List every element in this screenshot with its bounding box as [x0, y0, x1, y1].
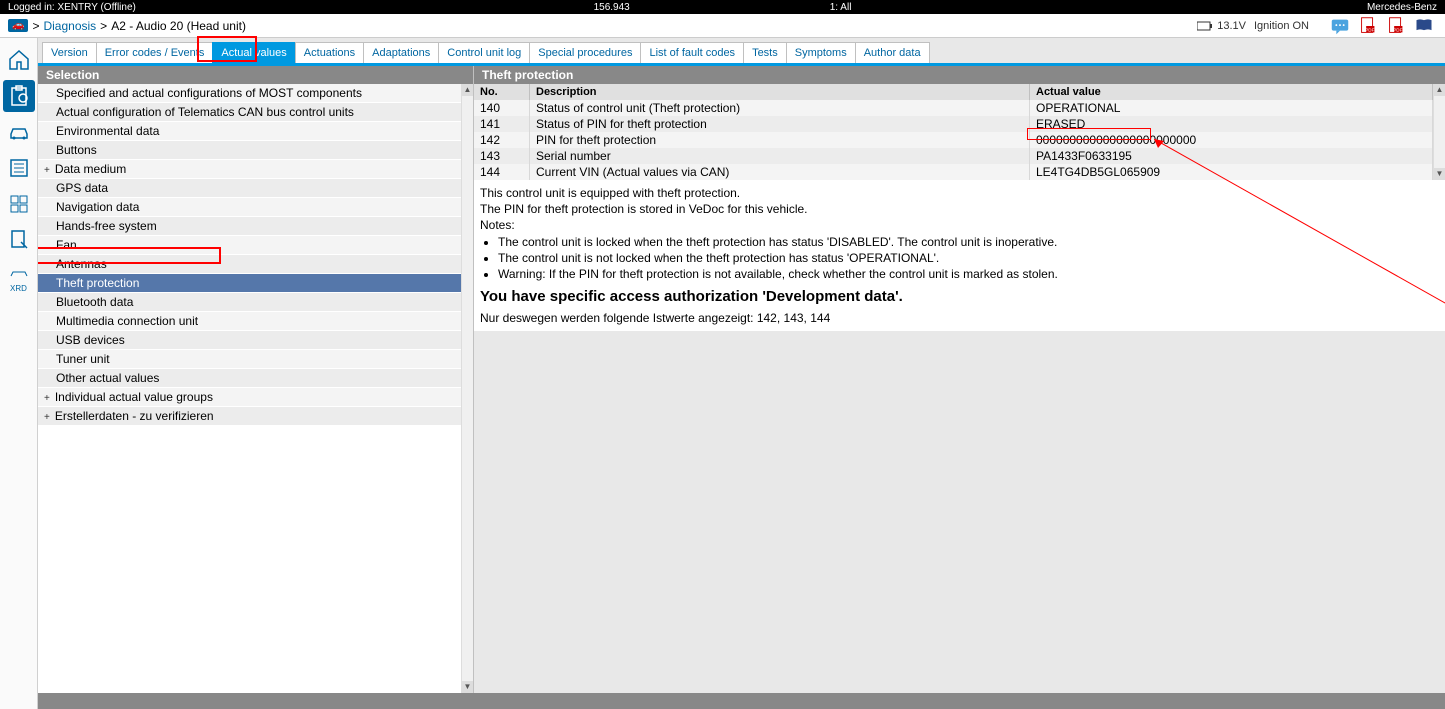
tab-control-unit-log[interactable]: Control unit log — [438, 42, 530, 63]
cell-val: PA1433F0633195 — [1030, 148, 1433, 164]
notes-area: This control unit is equipped with theft… — [474, 180, 1445, 331]
top-status-bar: Logged in: XENTRY (Offline) 156.943 1: A… — [0, 0, 1445, 14]
tree-item-antennas[interactable]: Antennas — [38, 255, 461, 274]
cell-no: 140 — [474, 100, 530, 116]
tab-tests[interactable]: Tests — [743, 42, 787, 63]
tree-item-individual-actual-value-groups[interactable]: Individual actual value groups — [38, 388, 461, 407]
cell-desc: Serial number — [530, 148, 1030, 164]
breadcrumb-diagnosis[interactable]: Diagnosis — [43, 19, 96, 33]
breadcrumb-a2: A2 - Audio 20 (Head unit) — [111, 19, 246, 33]
cell-no: 141 — [474, 116, 530, 132]
tree-item-theft-protection[interactable]: Theft protection — [38, 274, 461, 293]
col-header-no[interactable]: No. — [474, 84, 530, 100]
scroll-down-icon[interactable]: ▼ — [462, 681, 473, 693]
tree-item-tuner-unit[interactable]: Tuner unit — [38, 350, 461, 369]
col-header-val[interactable]: Actual value — [1030, 84, 1433, 100]
scroll-up-icon[interactable]: ▲ — [462, 84, 473, 96]
note-line1: This control unit is equipped with theft… — [480, 186, 1439, 200]
grid-icon[interactable] — [3, 188, 35, 220]
selection-panel-header: Selection — [38, 66, 473, 84]
car-icon: 🚗 — [8, 19, 28, 32]
table-row[interactable]: 140Status of control unit (Theft protect… — [474, 100, 1433, 116]
tree-item-erstellerdaten-zu-verifizieren[interactable]: Erstellerdaten - zu verifizieren — [38, 407, 461, 426]
table-row[interactable]: 141Status of PIN for theft protectionERA… — [474, 116, 1433, 132]
svg-text:PDF: PDF — [1393, 27, 1402, 32]
topbar-km: 156.943 — [594, 2, 630, 13]
tab-list-of-fault-codes[interactable]: List of fault codes — [640, 42, 744, 63]
cell-val: 000000000000000000000000 — [1030, 132, 1433, 148]
cell-val: OPERATIONAL — [1030, 100, 1433, 116]
login-status: Logged in: XENTRY (Offline) — [8, 2, 208, 13]
battery-status: 13.1V — [1197, 20, 1246, 32]
scroll-down-icon[interactable]: ▼ — [1434, 168, 1445, 180]
checklist-icon[interactable] — [3, 152, 35, 184]
book-icon[interactable] — [1411, 15, 1437, 37]
tree-item-gps-data[interactable]: GPS data — [38, 179, 461, 198]
tab-version[interactable]: Version — [42, 42, 97, 63]
cell-val: LE4TG4DB5GL065909 — [1030, 164, 1433, 180]
tree-item-fan[interactable]: Fan — [38, 236, 461, 255]
tree-item-multimedia-connection-unit[interactable]: Multimedia connection unit — [38, 312, 461, 331]
auth-heading: You have specific access authorization '… — [480, 288, 1439, 305]
tree-item-usb-devices[interactable]: USB devices — [38, 331, 461, 350]
pdf-export-icon-2[interactable]: PDF — [1383, 15, 1409, 37]
table-row[interactable]: 144Current VIN (Actual values via CAN)LE… — [474, 164, 1433, 180]
cell-desc: Status of control unit (Theft protection… — [530, 100, 1030, 116]
tab-special-procedures[interactable]: Special procedures — [529, 42, 641, 63]
tree-item-bluetooth-data[interactable]: Bluetooth data — [38, 293, 461, 312]
home-icon[interactable] — [3, 44, 35, 76]
cell-no: 142 — [474, 132, 530, 148]
tabs-bar: VersionError codes / EventsActual values… — [38, 38, 1445, 63]
table-row[interactable]: 142PIN for theft protection0000000000000… — [474, 132, 1433, 148]
cell-no: 144 — [474, 164, 530, 180]
scroll-up-icon[interactable]: ▲ — [1434, 84, 1445, 96]
svg-text:PDF: PDF — [1365, 27, 1374, 32]
clipboard-icon[interactable] — [3, 80, 35, 112]
note-line2: The PIN for theft protection is stored i… — [480, 202, 1439, 216]
table-row[interactable]: 143Serial numberPA1433F0633195 — [474, 148, 1433, 164]
topbar-filter: 1: All — [830, 2, 852, 13]
note-bullet: Warning: If the PIN for theft protection… — [498, 266, 1439, 282]
cell-desc: Status of PIN for theft protection — [530, 116, 1030, 132]
document-icon[interactable] — [3, 224, 35, 256]
pdf-export-icon-1[interactable]: PDF — [1355, 15, 1381, 37]
battery-icon — [1197, 21, 1213, 31]
tree-item-actual-configuration-of-telema[interactable]: Actual configuration of Telematics CAN b… — [38, 103, 461, 122]
tree-item-data-medium[interactable]: Data medium — [38, 160, 461, 179]
tree-item-buttons[interactable]: Buttons — [38, 141, 461, 160]
left-toolbar: XRD — [0, 38, 38, 709]
table-scrollbar[interactable]: ▲ ▼ — [1433, 84, 1445, 180]
tree-item-specified-and-actual-configura[interactable]: Specified and actual configurations of M… — [38, 84, 461, 103]
xrd-icon[interactable]: XRD — [3, 260, 35, 292]
tab-error-codes-events[interactable]: Error codes / Events — [96, 42, 214, 63]
col-header-desc[interactable]: Description — [530, 84, 1030, 100]
chat-icon[interactable] — [1327, 15, 1353, 37]
tree-item-other-actual-values[interactable]: Other actual values — [38, 369, 461, 388]
bottom-bar — [38, 693, 1445, 709]
tab-actuations[interactable]: Actuations — [295, 42, 364, 63]
table-header: No. Description Actual value — [474, 84, 1433, 100]
cell-desc: PIN for theft protection — [530, 132, 1030, 148]
cell-no: 143 — [474, 148, 530, 164]
tab-symptoms[interactable]: Symptoms — [786, 42, 856, 63]
tree-item-navigation-data[interactable]: Navigation data — [38, 198, 461, 217]
ignition-status: Ignition ON — [1254, 20, 1309, 32]
selection-tree: Specified and actual configurations of M… — [38, 84, 461, 693]
topbar-brand: Mercedes-Benz — [1237, 2, 1437, 13]
tree-item-environmental-data[interactable]: Environmental data — [38, 122, 461, 141]
vehicle-icon[interactable] — [3, 116, 35, 148]
cell-val: ERASED — [1030, 116, 1433, 132]
note-bullet: The control unit is not locked when the … — [498, 250, 1439, 266]
breadcrumb-bar: 🚗 > Diagnosis > A2 - Audio 20 (Head unit… — [0, 14, 1445, 38]
tree-scrollbar[interactable]: ▲ ▼ — [461, 84, 473, 693]
note-bullet: The control unit is locked when the thef… — [498, 234, 1439, 250]
note-german: Nur deswegen werden folgende Istwerte an… — [480, 311, 1439, 325]
theft-protection-panel-header: Theft protection — [474, 66, 1445, 84]
tab-adaptations[interactable]: Adaptations — [363, 42, 439, 63]
tree-item-hands-free-system[interactable]: Hands-free system — [38, 217, 461, 236]
note-line3: Notes: — [480, 218, 1439, 232]
cell-desc: Current VIN (Actual values via CAN) — [530, 164, 1030, 180]
tab-author-data[interactable]: Author data — [855, 42, 930, 63]
tab-actual-values[interactable]: Actual values — [212, 42, 295, 63]
